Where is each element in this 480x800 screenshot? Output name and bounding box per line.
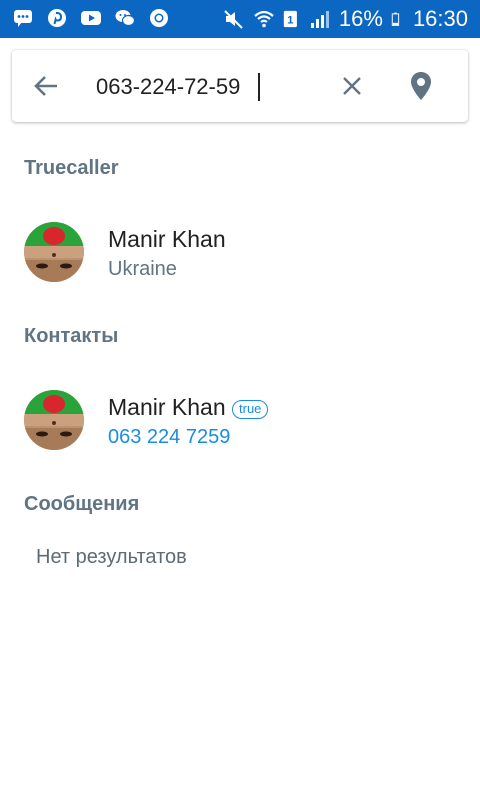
clear-icon[interactable] — [338, 72, 366, 100]
pinterest-icon — [48, 9, 66, 27]
wechat-icon — [115, 10, 136, 27]
mute-icon — [224, 10, 243, 29]
wifi-icon — [254, 10, 274, 28]
section-header-contacts: Контакты — [24, 325, 119, 347]
section-header-truecaller: Truecaller — [24, 157, 119, 179]
section-header-messages: Сообщения — [24, 493, 140, 515]
no-results-text: Нет результатов — [36, 546, 187, 568]
youtube-icon — [81, 11, 101, 25]
battery-percent: 16% — [338, 6, 383, 31]
sim-icon: 1 — [283, 10, 297, 28]
contact-country: Ukraine — [108, 258, 177, 280]
contact-result-row[interactable]: Manir Khan true 063 224 7259 — [0, 372, 480, 468]
signal-icon — [310, 11, 329, 28]
back-arrow-icon[interactable] — [30, 70, 62, 102]
notification-icons — [12, 7, 170, 29]
avatar — [24, 390, 84, 450]
text-caret — [258, 73, 260, 101]
true-badge: true — [232, 400, 269, 419]
truecaller-result-row[interactable]: Manir Khan Ukraine — [0, 204, 480, 300]
system-icons: 1 16% 16:30 — [223, 5, 468, 33]
contact-name: Manir Khan — [108, 226, 226, 252]
location-pin-icon[interactable] — [407, 70, 435, 102]
battery-icon — [391, 12, 400, 26]
messages-icon — [14, 10, 32, 27]
avatar — [24, 222, 84, 282]
contact-phone[interactable]: 063 224 7259 — [108, 426, 230, 449]
search-input[interactable] — [96, 72, 316, 102]
status-bar: 1 16% 16:30 — [0, 0, 480, 38]
avatar-image — [24, 222, 84, 282]
clock: 16:30 — [412, 6, 468, 31]
chrome-icon — [150, 9, 168, 27]
sim-label: 1 — [287, 15, 294, 27]
avatar-image — [24, 390, 84, 450]
contact-name: Manir Khan — [108, 394, 226, 420]
search-bar — [12, 50, 468, 122]
